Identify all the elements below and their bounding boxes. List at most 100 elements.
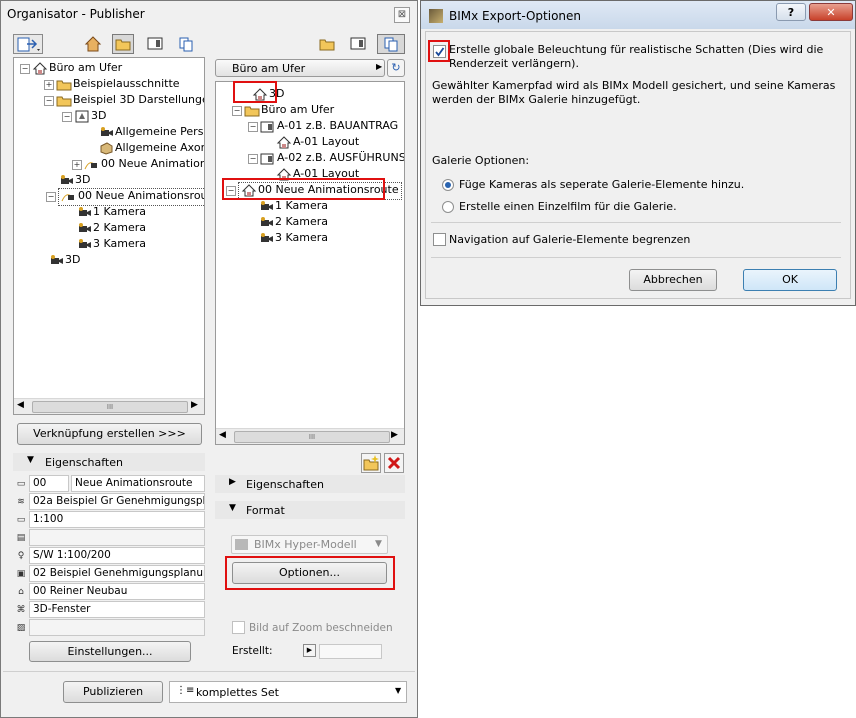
new-folder-icon[interactable]: [361, 453, 381, 473]
scroll-right-arrow[interactable]: ▶: [391, 430, 398, 440]
tree-item[interactable]: Beispielausschnitte: [56, 76, 180, 92]
camera-path-icon: [61, 190, 75, 202]
property-field[interactable]: 02 Beispiel Genehmigungsplanung: [29, 565, 205, 582]
project-tree-panel[interactable]: Büro am Ufer − Beispielausschnitte + Beispie…: [13, 57, 205, 415]
view-map-icon[interactable]: [112, 34, 134, 54]
bimx-icon: [235, 539, 248, 550]
radio-single-film[interactable]: [442, 201, 454, 213]
left-tree-hscroll[interactable]: ◀ III ▶: [14, 398, 204, 414]
tree-item[interactable]: 2 Kamera: [258, 214, 328, 230]
expand-toggle[interactable]: −: [248, 154, 258, 164]
expand-toggle[interactable]: −: [62, 112, 72, 122]
organizer-titlebar[interactable]: Organisator - Publisher ⊠: [1, 1, 417, 27]
expand-toggle[interactable]: −: [44, 96, 54, 106]
tree-item[interactable]: Allgemeine Perspel: [98, 124, 204, 140]
publish-button[interactable]: Publizieren: [63, 681, 163, 703]
tree-item[interactable]: Büro am Ufer: [32, 60, 122, 76]
property-field[interactable]: S/W 1:100/200: [29, 547, 205, 564]
delete-icon[interactable]: [384, 453, 404, 473]
tree-item[interactable]: 3D: [48, 252, 80, 268]
chevron-right-icon: ▶: [376, 62, 383, 71]
navigation-checkbox[interactable]: [433, 233, 446, 246]
tree-item[interactable]: 3D: [74, 108, 106, 124]
tree-item[interactable]: 2 Kamera: [76, 220, 146, 236]
dialog-separator: [431, 222, 841, 223]
tree-item[interactable]: 00 Neue Animation: [84, 156, 204, 172]
right-tree-hscroll[interactable]: ◀ III ▶: [216, 428, 404, 444]
expand-toggle[interactable]: −: [20, 64, 30, 74]
property-field[interactable]: [29, 529, 205, 546]
publisher-sets-icon[interactable]: [377, 34, 405, 54]
format-select[interactable]: BIMx Hyper-Modell ▼: [231, 535, 388, 554]
radio-separate-elements[interactable]: [442, 179, 454, 191]
publisher-sets-icon[interactable]: [175, 34, 197, 54]
expand-toggle[interactable]: +: [44, 80, 54, 90]
folder-icon: [56, 78, 72, 91]
expand-triangle-icon: ▶: [229, 477, 236, 487]
scroll-left-arrow[interactable]: ◀: [219, 430, 226, 440]
ok-button[interactable]: OK: [743, 269, 837, 291]
created-arrow-button[interactable]: ▶: [303, 644, 316, 657]
camera-path-icon: [84, 158, 98, 170]
scroll-thumb[interactable]: III: [234, 431, 390, 443]
tree-item-label: A-02 z.B. AUSFÜHRUNSPL: [277, 151, 405, 164]
format-header[interactable]: ▼ Format: [215, 501, 405, 519]
tree-item[interactable]: A-02 z.B. AUSFÜHRUNSPL: [260, 150, 405, 166]
project-dropdown[interactable]: Büro am Ufer ▶: [215, 59, 385, 77]
tree-item[interactable]: 3 Kamera: [258, 230, 328, 246]
property-field[interactable]: 1:100: [29, 511, 205, 528]
layout-book-icon[interactable]: [347, 34, 369, 54]
tree-item[interactable]: 3 Kamera: [76, 236, 146, 252]
dialog-titlebar[interactable]: BIMx Export-Optionen ? ✕: [421, 1, 855, 29]
expand-toggle[interactable]: +: [72, 160, 82, 170]
create-link-button[interactable]: Verknüpfung erstellen >>>: [17, 423, 202, 445]
properties-label-left: Eigenschaften: [45, 456, 123, 469]
scroll-right-arrow[interactable]: ▶: [191, 400, 198, 410]
tree-item-label: 00 Neue Animationsroute: [78, 189, 205, 202]
property-field[interactable]: 3D-Fenster: [29, 601, 205, 618]
close-icon[interactable]: ⊠: [394, 7, 410, 23]
tree-item-label: A-01 Layout: [293, 135, 360, 148]
publisher-tree-panel[interactable]: 3D Büro am Ufer − A-01 z.B. BAUANTRAG − A-01 …: [215, 81, 405, 445]
set-select[interactable]: ⋮≡ komplettes Set ▼: [169, 681, 407, 703]
tree-item[interactable]: 1 Kamera: [76, 204, 146, 220]
project-map-icon[interactable]: [82, 34, 104, 54]
scroll-thumb[interactable]: III: [32, 401, 188, 413]
tree-item-label: 1 Kamera: [275, 199, 329, 212]
id-field[interactable]: 00: [29, 475, 69, 492]
publish-set-icon[interactable]: [13, 34, 43, 54]
cancel-button[interactable]: Abbrechen: [629, 269, 717, 291]
tree-item[interactable]: Allgemeine Axonor: [98, 140, 204, 156]
name-field[interactable]: Neue Animationsroute: [71, 475, 205, 492]
property-field[interactable]: 00 Reiner Neubau: [29, 583, 205, 600]
house-icon: [32, 62, 48, 75]
tree-item[interactable]: A-01 Layout: [276, 134, 359, 150]
layout-book-icon[interactable]: [144, 34, 166, 54]
view-map-icon[interactable]: [316, 34, 338, 54]
expand-toggle[interactable]: −: [248, 122, 258, 132]
expand-toggle[interactable]: −: [46, 192, 56, 202]
property-field[interactable]: [29, 619, 205, 636]
tree-item[interactable]: 1 Kamera: [258, 198, 328, 214]
tree-item[interactable]: 3D: [58, 172, 90, 188]
format-label: Format: [246, 504, 285, 517]
close-button[interactable]: ✕: [809, 3, 853, 21]
tree-item[interactable]: Büro am Ufer: [244, 102, 334, 118]
chevron-down-icon: ▼: [395, 686, 402, 695]
tree-item[interactable]: Beispiel 3D Darstellungen: [56, 92, 204, 108]
camera-icon: [48, 254, 63, 266]
radio-single-label: Erstelle einen Einzelfilm für die Galeri…: [459, 200, 677, 213]
properties-header-right[interactable]: ▶ Eigenschaften: [215, 475, 405, 493]
expand-toggle[interactable]: −: [232, 106, 242, 116]
crop-checkbox[interactable]: [232, 621, 245, 634]
property-field[interactable]: 02a Beispiel Gr Genehmigungsplа...: [29, 493, 205, 510]
tree-item[interactable]: A-01 z.B. BAUANTRAG: [260, 118, 398, 134]
properties-header-left[interactable]: ▼ Eigenschaften: [13, 453, 205, 471]
help-button[interactable]: ?: [776, 3, 806, 21]
refresh-icon[interactable]: ↻: [387, 59, 405, 77]
layer-combination-icon: ≋: [17, 497, 25, 507]
axonometry-icon: [98, 142, 113, 155]
scroll-left-arrow[interactable]: ◀: [17, 400, 24, 410]
settings-button[interactable]: Einstellungen...: [29, 641, 191, 662]
view-3d-icon: [74, 110, 89, 123]
